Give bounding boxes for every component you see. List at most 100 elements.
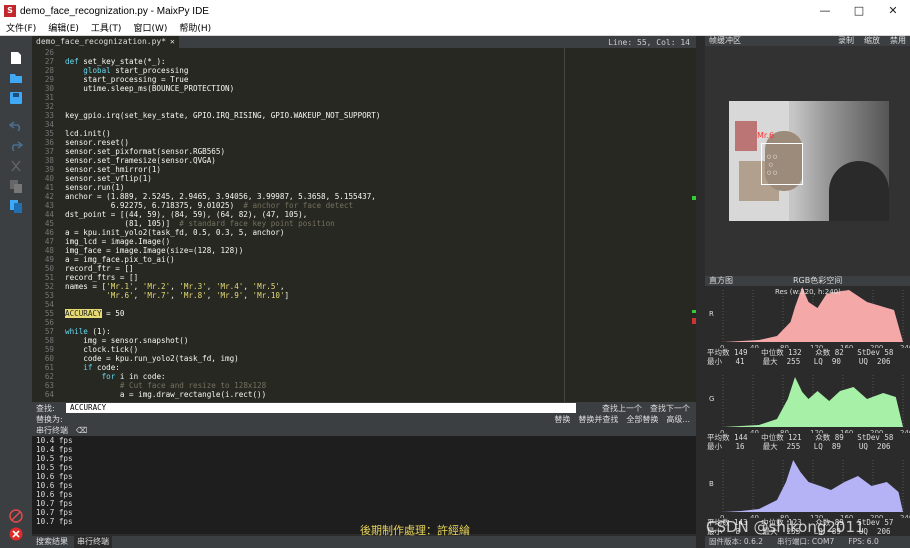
histogram-panels: RRes (w:320, h:240)04080120160200240平均数 … <box>705 286 910 541</box>
code-line[interactable]: 6.92275, 6.718375, 9.01025) # anchor for… <box>65 201 566 210</box>
code-line[interactable]: img_lcd = image.Image() <box>65 237 566 246</box>
line-number: 31 <box>44 93 54 102</box>
code-line[interactable] <box>65 120 566 129</box>
code-line[interactable]: record_ftrs = [] <box>65 273 566 282</box>
clear-terminal-icon[interactable]: ⌫ <box>76 426 87 436</box>
code-line[interactable]: (81, 105)] # standard face key point pos… <box>65 219 566 228</box>
code-line[interactable]: a = img.draw_rectangle(i.rect()) <box>65 390 566 399</box>
code-line[interactable]: a = kpu.init_yolo2(task_fd, 0.5, 0.3, 5,… <box>65 228 566 237</box>
code-line[interactable]: record_ftr = [] <box>65 264 566 273</box>
code-line[interactable]: sensor.reset() <box>65 138 566 147</box>
line-number: 34 <box>44 120 54 129</box>
open-file-button[interactable] <box>0 68 32 88</box>
record-button[interactable]: 录制 <box>838 36 854 46</box>
line-number: 48 <box>44 246 54 255</box>
line-number: 46 <box>44 228 54 237</box>
paste-button[interactable] <box>0 196 32 216</box>
line-number: 29 <box>44 75 54 84</box>
code-line[interactable] <box>65 93 566 102</box>
cursor-position: Line: 55, Col: 14 <box>608 37 690 47</box>
maximize-button[interactable]: □ <box>842 0 876 22</box>
stop-button[interactable] <box>0 524 32 544</box>
save-button[interactable] <box>0 88 32 108</box>
line-number: 35 <box>44 129 54 138</box>
advanced-button[interactable]: 高级... <box>666 414 690 425</box>
code-line[interactable]: ACCURACY = 50 <box>65 309 566 318</box>
histogram-stats: 平均数 144 中位数 121 众数 89 StDev 58 最小 16 最大 … <box>707 433 894 451</box>
close-button[interactable]: ✕ <box>876 0 910 22</box>
face-name-label: Mr.6 <box>757 131 775 140</box>
minimize-button[interactable]: — <box>808 0 842 22</box>
menu-file[interactable]: 文件(F) <box>0 22 42 35</box>
code-line[interactable]: clock.tick() <box>65 345 566 354</box>
code-line[interactable]: def set_key_state(*_): <box>65 57 566 66</box>
code-line[interactable]: sensor.set_framesize(sensor.QVGA) <box>65 156 566 165</box>
cut-button[interactable] <box>0 156 32 176</box>
disable-button[interactable]: 禁用 <box>890 36 906 46</box>
find-input[interactable]: ACCURACY <box>66 403 576 413</box>
serial-terminal-output[interactable]: 10.4 fps 10.4 fps 10.5 fps 10.5 fps 10.6 fps… <box>32 436 696 534</box>
redo-button[interactable] <box>0 136 32 156</box>
code-line[interactable]: for i in code: <box>65 372 566 381</box>
undo-button[interactable] <box>0 116 32 136</box>
code-text[interactable]: def set_key_state(*_): global start_proc… <box>65 48 566 399</box>
code-line[interactable]: sensor.run(1) <box>65 183 566 192</box>
histogram-r: RRes (w:320, h:240)04080120160200240平均数 … <box>705 286 910 371</box>
find-next-button[interactable]: 查找下一个 <box>650 403 690 414</box>
code-line[interactable]: global start_processing <box>65 66 566 75</box>
scroll-markers[interactable] <box>690 48 696 402</box>
menu-tools[interactable]: 工具(T) <box>85 22 128 35</box>
code-line[interactable]: code = kpu.run_yolo2(task_fd, img) <box>65 354 566 363</box>
replace-button[interactable]: 替换 <box>554 414 570 425</box>
code-line[interactable] <box>65 318 566 327</box>
zoom-button[interactable]: 缩放 <box>864 36 880 46</box>
code-line[interactable]: while (1): <box>65 327 566 336</box>
tab-search-results[interactable]: 搜索结果 <box>36 536 68 548</box>
code-line[interactable]: if code: <box>65 363 566 372</box>
code-line[interactable]: img = sensor.snapshot() <box>65 336 566 345</box>
disconnect-button[interactable] <box>0 506 32 526</box>
code-line[interactable]: sensor.set_hmirror(1) <box>65 165 566 174</box>
line-number: 42 <box>44 192 54 201</box>
line-number-gutter: 26 27 28 29 30 31 32 33 34 35 36 37 38 39 40 41 42 43 44 45… <box>32 48 54 399</box>
histogram-colorspace-select[interactable]: RGB色彩空间 <box>793 276 842 286</box>
code-line[interactable]: anchor = (1.889, 2.5245, 2.9465, 3.94056… <box>65 192 566 201</box>
serial-terminal-header: 串行终端 ⌫ <box>32 426 696 436</box>
code-line[interactable] <box>65 48 566 57</box>
tab-demo-face-recognization[interactable]: demo_face_recognization.py* ✕ <box>32 36 179 48</box>
tab-serial-terminal[interactable]: 串行终端 <box>74 536 112 548</box>
new-file-button[interactable] <box>0 48 32 68</box>
code-line[interactable]: a = img_face.pix_to_ai() <box>65 255 566 264</box>
code-area[interactable]: 26 27 28 29 30 31 32 33 34 35 36 37 38 39 40 41 42 43 44 45… <box>32 48 696 402</box>
csdn-watermark: CSDN @shikong2011 <box>706 518 865 536</box>
frame-buffer-view: ○ ○ ○ ○ ○ Mr.6 <box>705 46 910 276</box>
code-line[interactable]: 'Mr.6', 'Mr.7', 'Mr.8', 'Mr.9', 'Mr.10'] <box>65 291 566 300</box>
terminal-line: 10.7 fps <box>36 499 73 508</box>
code-line[interactable] <box>65 300 566 309</box>
code-line[interactable]: dst_point = [(44, 59), (84, 59), (64, 82… <box>65 210 566 219</box>
code-line[interactable]: sensor.set_pixformat(sensor.RGB565) <box>65 147 566 156</box>
code-line[interactable] <box>65 102 566 111</box>
replace-all-button[interactable]: 全部替换 <box>626 414 658 425</box>
code-line[interactable]: names = ['Mr.1', 'Mr.2', 'Mr.3', 'Mr.4',… <box>65 282 566 291</box>
menu-edit[interactable]: 编辑(E) <box>42 22 85 35</box>
channel-label: G <box>709 395 714 403</box>
terminal-line: 10.7 fps <box>36 508 73 517</box>
code-line[interactable]: lcd.init() <box>65 129 566 138</box>
tab-close-icon[interactable]: ✕ <box>170 36 175 48</box>
replace-and-find-button[interactable]: 替换并查找 <box>578 414 618 425</box>
menu-help[interactable]: 帮助(H) <box>173 22 217 35</box>
code-line[interactable]: start_processing = True <box>65 75 566 84</box>
code-line[interactable]: utime.sleep_ms(BOUNCE_PROTECTION) <box>65 84 566 93</box>
code-line[interactable]: img_face = image.Image(size=(128, 128)) <box>65 246 566 255</box>
find-previous-button[interactable]: 查找上一个 <box>602 403 642 414</box>
code-line[interactable]: # Cut face and resize to 128x128 <box>65 381 566 390</box>
status-bar: 固件版本: 0.6.2 串行端口: COM7 FPS: 6.0 <box>705 536 910 548</box>
terminal-line: 10.5 fps <box>36 463 73 472</box>
histogram-plot: B04080120160200240 <box>709 460 910 522</box>
code-line[interactable]: sensor.set_vflip(1) <box>65 174 566 183</box>
menu-window[interactable]: 窗口(W) <box>127 22 173 35</box>
fps-readout: FPS: 6.0 <box>848 537 879 546</box>
copy-button[interactable] <box>0 176 32 196</box>
code-line[interactable]: key_gpio.irq(set_key_state, GPIO.IRQ_RIS… <box>65 111 566 120</box>
